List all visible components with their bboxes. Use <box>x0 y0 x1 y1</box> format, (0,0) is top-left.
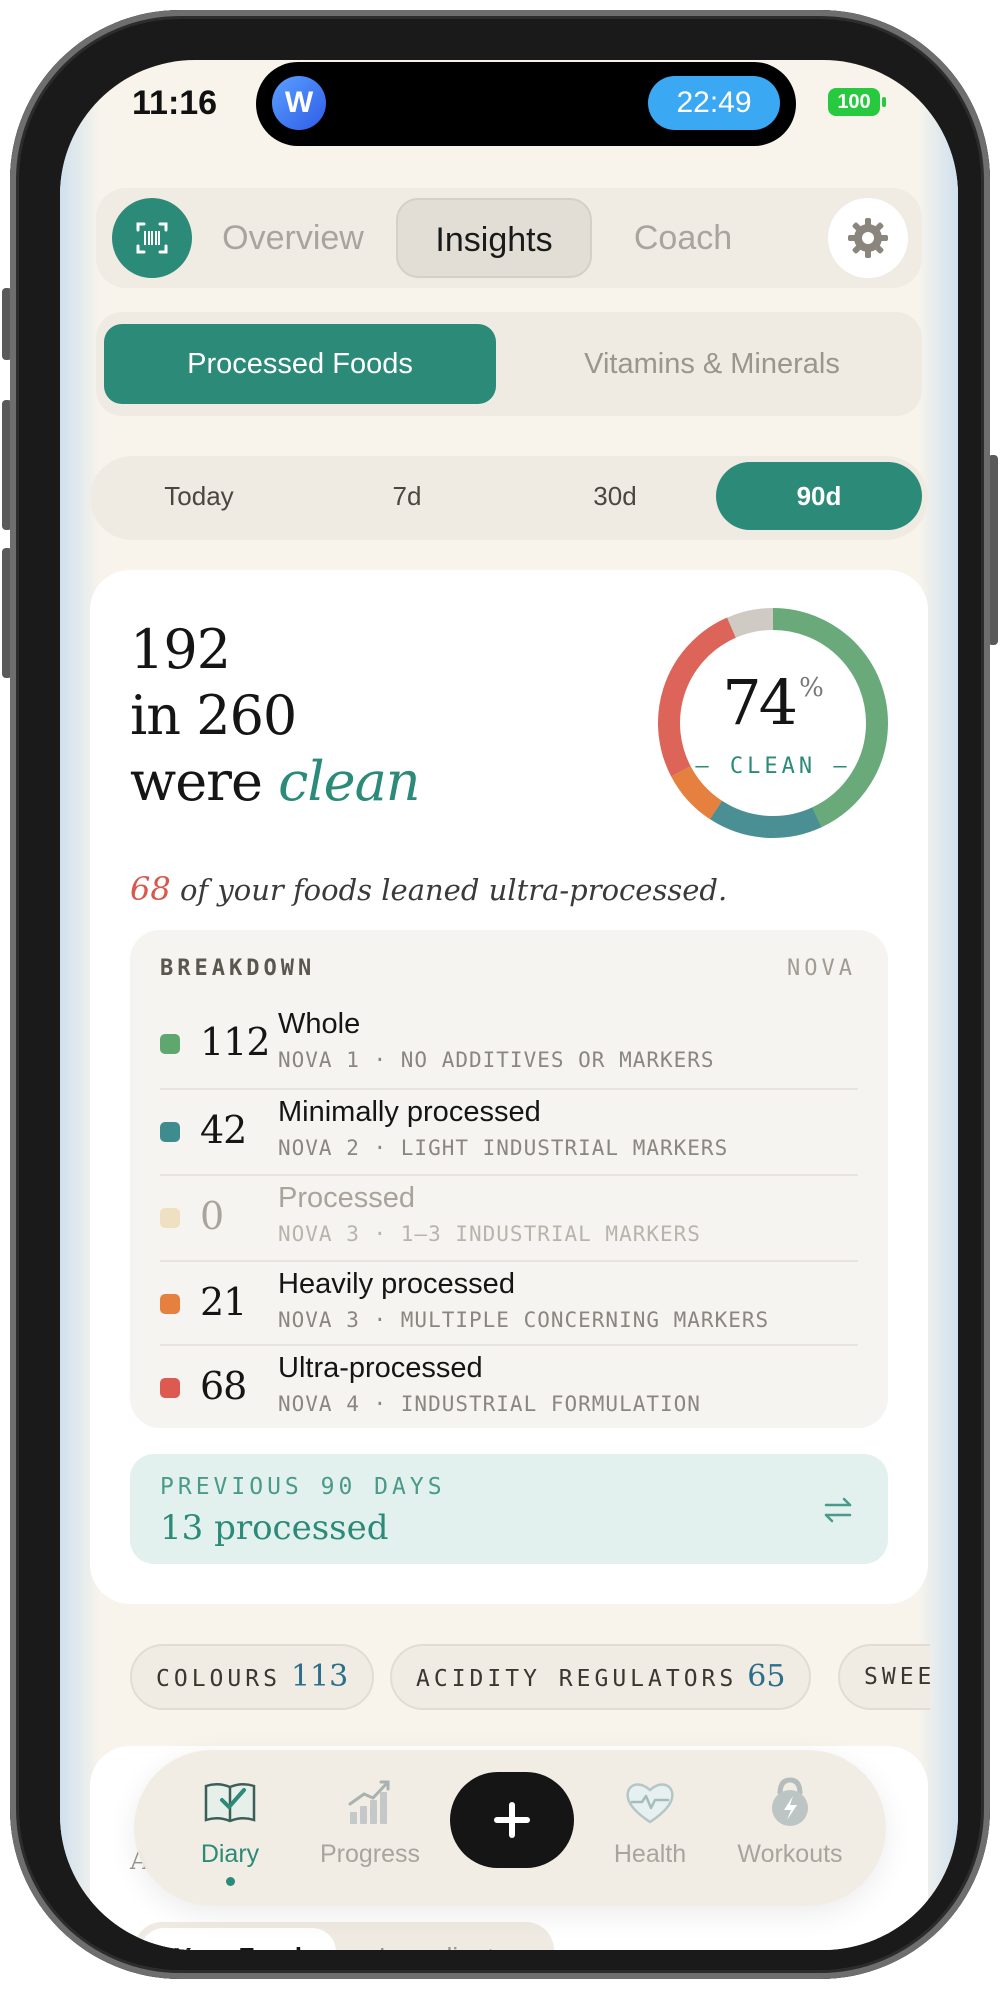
tab-your-food[interactable]: Your Food <box>140 1928 336 1950</box>
tab-label: Health <box>613 1840 687 1868</box>
segment-processed-foods[interactable]: Processed Foods <box>104 324 496 404</box>
range-30d[interactable]: 30d <box>512 462 718 530</box>
donut-label: — CLEAN — <box>695 754 851 779</box>
tab-insights[interactable]: Insights <box>396 198 592 278</box>
insight-type-segment: Processed Foods Vitamins & Minerals <box>96 312 922 416</box>
breakdown-subtitle: NOVA 3 · MULTIPLE CONCERNING MARKERS <box>278 1308 770 1332</box>
breakdown-title: BREAKDOWN <box>160 956 316 981</box>
tab-ingredients[interactable]: Ingredients <box>340 1928 546 1950</box>
clean-percent-value: 74 <box>722 666 798 739</box>
previous-period-label: PREVIOUS 90 DAYS <box>160 1474 446 1500</box>
dynamic-island[interactable]: W 22:49 <box>256 62 796 146</box>
live-timer: 22:49 <box>648 76 780 130</box>
heavily-processed-color-dot <box>160 1294 180 1314</box>
settings-button[interactable] <box>828 198 908 278</box>
ultra-processed-summary: 68 of your foods leaned ultra-processed. <box>130 870 727 908</box>
scan-button[interactable] <box>112 198 192 278</box>
battery-indicator: 100 <box>828 88 886 116</box>
phone-frame: 11:16 W 22:49 100 Overview Insights Coac… <box>10 10 990 1979</box>
breakdown-row-minimally-processed[interactable]: 42 Minimally processed NOVA 2 · LIGHT IN… <box>160 1088 858 1174</box>
chip-acidity-regulators[interactable]: ACIDITY REGULATORS 65 <box>390 1644 812 1710</box>
breakdown-subtitle: NOVA 1 · NO ADDITIVES OR MARKERS <box>278 1048 715 1072</box>
breakdown-title-text: Ultra-processed <box>278 1352 483 1384</box>
tab-label: Workouts <box>737 1840 843 1868</box>
processed-summary-card: 192 in 260 were clean 74% — CLEAN — 68 o… <box>90 570 928 1604</box>
breakdown-row-processed[interactable]: 0 Processed NOVA 3 · 1–3 INDUSTRIAL MARK… <box>160 1174 858 1260</box>
clean-percent: 74% <box>650 666 896 739</box>
clean-count: 192 <box>130 618 231 681</box>
clean-donut-chart: 74% — CLEAN — <box>650 600 896 846</box>
tab-label: Diary <box>200 1840 260 1868</box>
book-icon <box>204 1783 256 1823</box>
breakdown-row-heavily-processed[interactable]: 21 Heavily processed NOVA 3 · MULTIPLE C… <box>160 1260 858 1346</box>
active-indicator <box>225 1877 235 1886</box>
breakdown-subtitle: NOVA 3 · 1–3 INDUSTRIAL MARKERS <box>278 1222 701 1246</box>
processed-color-dot <box>160 1208 180 1228</box>
add-food-button[interactable] <box>450 1772 574 1868</box>
breakdown-count: 112 <box>200 1020 271 1064</box>
chip-count: 65 <box>747 1659 786 1694</box>
tab-progress[interactable]: Progress <box>310 1772 430 1869</box>
donut-label-text: CLEAN <box>729 754 817 779</box>
ultra-processed-color-dot <box>160 1378 180 1398</box>
breakdown-count: 21 <box>200 1280 247 1324</box>
breakdown-title-text: Heavily processed <box>278 1268 515 1300</box>
clean-phrase-prefix: were <box>130 750 263 813</box>
breakdown-scale: NOVA <box>787 956 856 981</box>
tab-health[interactable]: Health <box>590 1772 710 1869</box>
whole-color-dot <box>160 1034 180 1054</box>
ultra-processed-count: 68 <box>130 870 171 908</box>
range-today[interactable]: Today <box>96 462 302 530</box>
tab-overview[interactable]: Overview <box>206 198 380 278</box>
tab-coach[interactable]: Coach <box>608 198 758 278</box>
kettlebell-icon <box>772 1777 808 1826</box>
minimally-processed-color-dot <box>160 1122 180 1142</box>
percent-sign: % <box>799 673 824 703</box>
chip-label: COLOURS <box>156 1666 281 1692</box>
chip-sweeteners[interactable]: SWEE <box>838 1644 930 1710</box>
breakdown-count: 0 <box>200 1194 224 1238</box>
breakdown-subtitle: NOVA 4 · INDUSTRIAL FORMULATION <box>278 1392 701 1416</box>
total-count: in 260 <box>130 684 297 747</box>
clean-phrase-emphasis: clean <box>278 750 420 813</box>
tab-workouts[interactable]: Workouts <box>730 1772 850 1869</box>
swap-arrows-icon <box>824 1497 852 1523</box>
chip-label: SWEE <box>864 1664 930 1690</box>
chip-colours[interactable]: COLOURS 113 <box>130 1644 375 1710</box>
breakdown-subtitle: NOVA 2 · LIGHT INDUSTRIAL MARKERS <box>278 1136 729 1160</box>
breakdown-row-ultra-processed[interactable]: 68 Ultra-processed NOVA 4 · INDUSTRIAL F… <box>160 1344 858 1430</box>
bottom-tab-bar: Diary Progress Health Workouts <box>134 1750 886 1906</box>
breakdown-title-text: Minimally processed <box>278 1096 541 1128</box>
chip-count: 113 <box>290 1659 349 1694</box>
segment-vitamins-minerals[interactable]: Vitamins & Minerals <box>516 324 908 404</box>
gear-icon <box>848 218 888 258</box>
breakdown-count: 42 <box>200 1108 247 1152</box>
breakdown-title-text: Whole <box>278 1008 361 1040</box>
time-range-selector: Today 7d 30d 90d <box>90 456 928 540</box>
breakdown-count: 68 <box>200 1364 247 1408</box>
chart-icon <box>348 1780 390 1824</box>
avatar: W <box>272 76 326 130</box>
nova-breakdown: BREAKDOWN NOVA 112 Whole NOVA 1 · NO ADD… <box>130 930 888 1428</box>
tab-label: Progress <box>319 1840 421 1868</box>
heart-icon <box>626 1783 674 1824</box>
top-nav: Overview Insights Coach <box>96 188 922 288</box>
range-7d[interactable]: 7d <box>304 462 510 530</box>
barcode-scan-icon <box>136 222 168 254</box>
previous-period-comparison[interactable]: PREVIOUS 90 DAYS 13 processed <box>130 1454 888 1564</box>
chip-label: ACIDITY REGULATORS <box>416 1666 738 1692</box>
ultra-processed-text: of your foods leaned ultra-processed. <box>179 873 728 907</box>
additive-chips: COLOURS 113 ACIDITY REGULATORS 65 SWEE <box>130 1642 930 1714</box>
range-90d[interactable]: 90d <box>716 462 922 530</box>
breakdown-row-whole[interactable]: 112 Whole NOVA 1 · NO ADDITIVES OR MARKE… <box>160 1002 858 1088</box>
breakdown-title-text: Processed <box>278 1182 416 1214</box>
clean-phrase: were clean <box>130 750 421 813</box>
status-time: 11:16 <box>132 84 218 122</box>
screen: 11:16 W 22:49 100 Overview Insights Coac… <box>60 60 958 1950</box>
tab-diary[interactable]: Diary <box>170 1772 290 1886</box>
food-list-tabs: Your Food Ingredients <box>134 1922 554 1950</box>
previous-period-value: 13 processed <box>160 1508 389 1548</box>
